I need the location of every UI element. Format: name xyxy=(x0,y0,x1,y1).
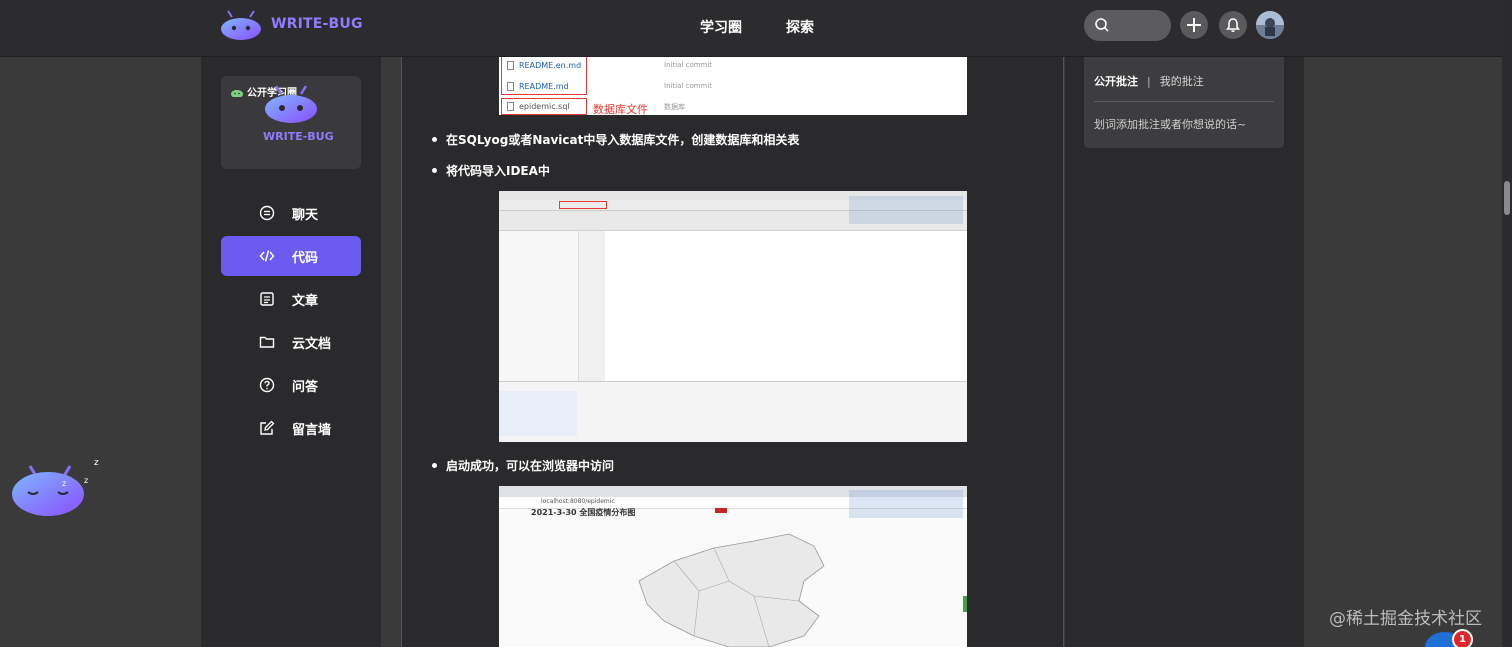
page-scrollbar[interactable] xyxy=(1502,0,1512,647)
article-icon xyxy=(260,292,274,306)
nav-study-circle[interactable]: 学习圈 xyxy=(700,17,742,37)
sidebar-item-chat[interactable]: 聊天 xyxy=(221,193,361,233)
notification-count-badge: 1 xyxy=(1452,629,1473,647)
chat-icon xyxy=(259,205,275,221)
mascot-logo-icon xyxy=(220,9,262,40)
browser-screenshot: localhost:8080/epidemic 2021-3-30 全国疫情分布… xyxy=(499,486,967,647)
notifications-button[interactable] xyxy=(1219,11,1247,39)
sidebar-item-code[interactable]: 代码 xyxy=(221,236,361,276)
article-content: README.en.md Initial commit README.md In… xyxy=(401,57,1064,647)
watermark: @稀土掘金技术社区 xyxy=(1329,609,1482,629)
sidebar-item-message-wall[interactable]: 留言墙 xyxy=(221,408,361,448)
annotation-hint: 划词添加批注或者你想说的话~ xyxy=(1094,118,1247,131)
top-bar: WRITE-BUG 学习圈 探索 xyxy=(0,0,1512,57)
sidebar-item-label: 云文档 xyxy=(292,336,332,352)
mascot-icon xyxy=(265,85,317,123)
file-list-screenshot: README.en.md Initial commit README.md In… xyxy=(499,57,967,115)
sidebar-item-label: 问答 xyxy=(292,379,319,395)
question-icon xyxy=(259,377,275,393)
sidebar-item-articles[interactable]: 文章 xyxy=(221,279,361,319)
sidebar-item-label: 代码 xyxy=(292,250,319,266)
search-input[interactable] xyxy=(1084,10,1171,41)
commit-message: Initial commit xyxy=(664,82,713,90)
commit-message: Initial commit xyxy=(664,61,713,69)
brand-name: WRITE-BUG xyxy=(271,16,363,32)
sidebar-item-cloud-docs[interactable]: 云文档 xyxy=(221,322,361,362)
ide-screenshot xyxy=(499,191,967,442)
file-icon xyxy=(507,102,514,111)
sidebar-item-qa[interactable]: 问答 xyxy=(221,365,361,405)
android-icon xyxy=(231,89,243,97)
file-icon xyxy=(507,82,514,91)
study-circle-card[interactable]: 公开学习圈 WRITE-BUG xyxy=(221,76,361,169)
tab-separator: | xyxy=(1147,74,1151,88)
divider xyxy=(1094,101,1274,102)
sidebar-item-label: 留言墙 xyxy=(292,422,332,438)
svg-text:z: z xyxy=(94,458,99,468)
scrollbar-thumb[interactable] xyxy=(1504,181,1510,215)
file-name[interactable]: epidemic.sql xyxy=(519,102,570,111)
tab-my-annotations[interactable]: 我的批注 xyxy=(1160,73,1204,89)
edit-icon xyxy=(260,420,275,435)
commit-message: 数据库 xyxy=(664,103,685,111)
sidebar-item-label: 聊天 xyxy=(292,207,319,223)
tab-public-annotations[interactable]: 公开批注 xyxy=(1094,73,1138,89)
db-file-annotation: 数据库文件 xyxy=(593,103,648,115)
circle-brand-name: WRITE-BUG xyxy=(263,130,334,143)
sleeping-mascot-icon[interactable]: z z z xyxy=(8,456,108,522)
annotation-panel: 公开批注 | 我的批注 划词添加批注或者你想说的话~ xyxy=(1084,57,1284,148)
bell-icon xyxy=(1226,18,1240,32)
svg-text:z: z xyxy=(62,479,66,488)
list-item: 在SQLyog或者Navicat中导入数据库文件，创建数据库和相关表 xyxy=(432,131,799,148)
create-button[interactable] xyxy=(1180,11,1208,39)
folder-icon xyxy=(259,336,275,348)
list-item: 将代码导入IDEA中 xyxy=(432,162,550,179)
file-icon xyxy=(507,61,514,70)
search-icon xyxy=(1095,18,1109,32)
file-name[interactable]: README.en.md xyxy=(519,61,581,70)
china-map-icon xyxy=(638,533,967,647)
nav-explore[interactable]: 探索 xyxy=(786,17,814,37)
left-sidebar: 公开学习圈 WRITE-BUG 聊天 代码 文章 云文档 问答 留言墙 xyxy=(201,57,381,647)
svg-text:z: z xyxy=(84,476,88,485)
list-item: 启动成功，可以在浏览器中访问 xyxy=(432,457,614,474)
plus-icon xyxy=(1187,18,1201,32)
brand-logo[interactable]: WRITE-BUG xyxy=(220,9,363,40)
file-name[interactable]: README.md xyxy=(519,82,569,91)
sidebar-item-label: 文章 xyxy=(292,293,319,309)
user-avatar[interactable] xyxy=(1256,11,1284,39)
code-icon xyxy=(259,250,275,262)
